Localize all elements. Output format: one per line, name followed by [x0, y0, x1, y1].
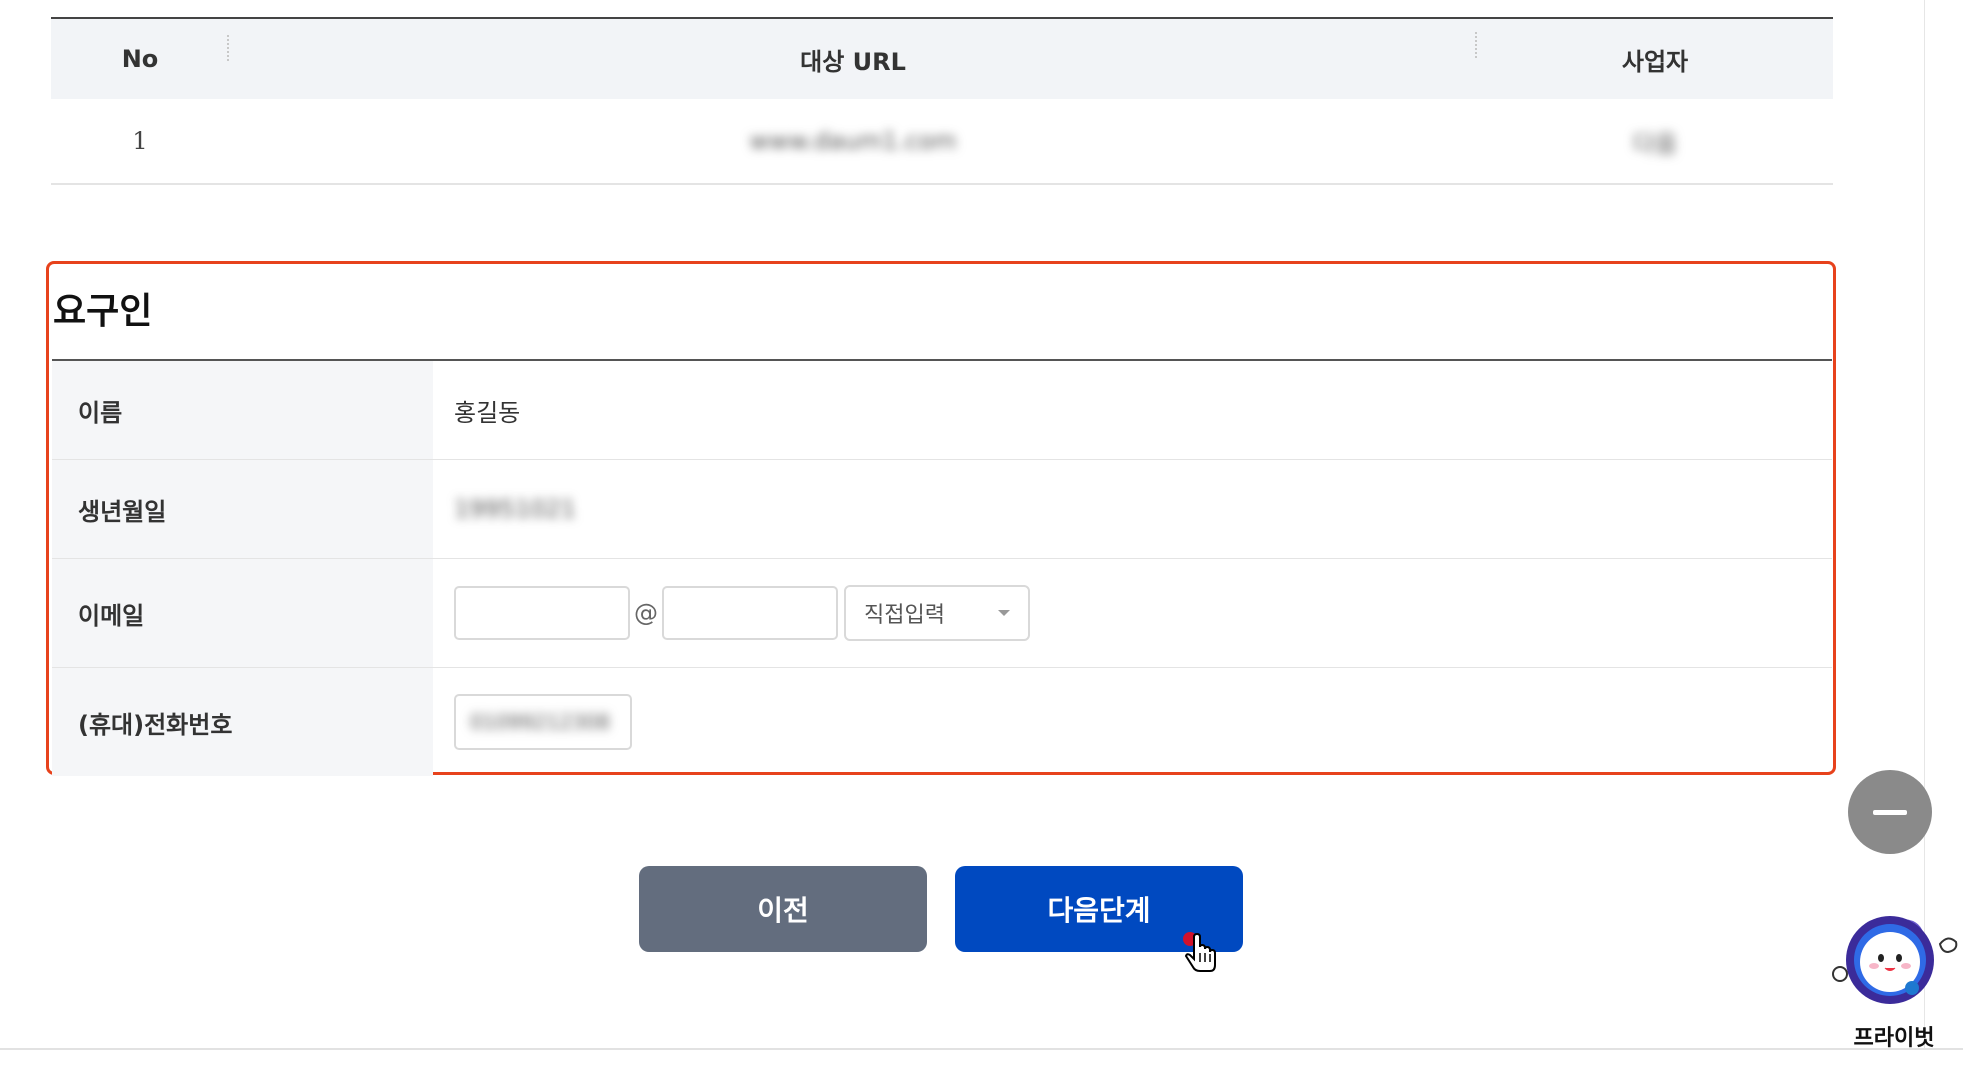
- row-business: 다음: [1477, 124, 1833, 159]
- email-domain-select[interactable]: 직접입력: [844, 585, 1030, 641]
- table-row: 1 www.daum1.com 다음: [51, 99, 1833, 185]
- birth-row: 생년월일 19951021: [52, 460, 1832, 559]
- target-url-table: No 대상 URL 사업자 1 www.daum1.com 다음: [51, 17, 1833, 185]
- requester-section: 요구인 이름 홍길동 생년월일 19951021 이메일 @ 직접입력 (휴대)…: [46, 261, 1836, 776]
- phone-value: 01099212308: [470, 710, 610, 734]
- name-row: 이름 홍길동: [52, 361, 1832, 460]
- requester-form: 이름 홍길동 생년월일 19951021 이메일 @ 직접입력 (휴대)전화번호…: [52, 359, 1832, 776]
- page-bottom-divider: [0, 1048, 1963, 1050]
- at-sign: @: [634, 599, 658, 627]
- row-business-value: 다음: [1632, 129, 1678, 158]
- phone-field[interactable]: 01099212308: [454, 694, 632, 750]
- email-local-input[interactable]: [454, 586, 630, 640]
- header-no: No: [51, 35, 229, 73]
- row-url: www.daum1.com: [229, 127, 1477, 155]
- phone-label: (휴대)전화번호: [52, 668, 433, 776]
- header-business: 사업자: [1621, 47, 1689, 76]
- prev-button[interactable]: 이전: [639, 866, 927, 952]
- birth-value: 19951021: [454, 495, 577, 523]
- birth-value-cell: 19951021: [433, 460, 1832, 558]
- scroll-divider: [1924, 0, 1925, 1050]
- email-label: 이메일: [52, 559, 433, 667]
- chevron-down-icon: [998, 610, 1010, 616]
- collapse-button[interactable]: [1848, 770, 1932, 854]
- page: No 대상 URL 사업자 1 www.daum1.com 다음 요구인 이름 …: [0, 0, 1963, 1074]
- birth-label: 생년월일: [52, 460, 433, 558]
- phone-row: (휴대)전화번호 01099212308: [52, 668, 1832, 776]
- email-cell: @ 직접입력: [433, 559, 1832, 667]
- email-domain-input[interactable]: [662, 586, 838, 640]
- email-select-value: 직접입력: [864, 603, 945, 628]
- table-header: No 대상 URL 사업자: [51, 17, 1833, 99]
- hand-cursor-icon: [1183, 932, 1216, 972]
- row-url-value: www.daum1.com: [749, 127, 957, 155]
- phone-cell: 01099212308: [433, 668, 1832, 776]
- section-title: 요구인: [53, 291, 153, 332]
- header-url: 대상 URL: [229, 31, 1477, 77]
- name-value: 홍길동: [454, 398, 521, 427]
- email-row: 이메일 @ 직접입력: [52, 559, 1832, 668]
- minus-icon: [1873, 809, 1907, 815]
- name-label: 이름: [52, 361, 433, 459]
- row-no: 1: [132, 127, 148, 155]
